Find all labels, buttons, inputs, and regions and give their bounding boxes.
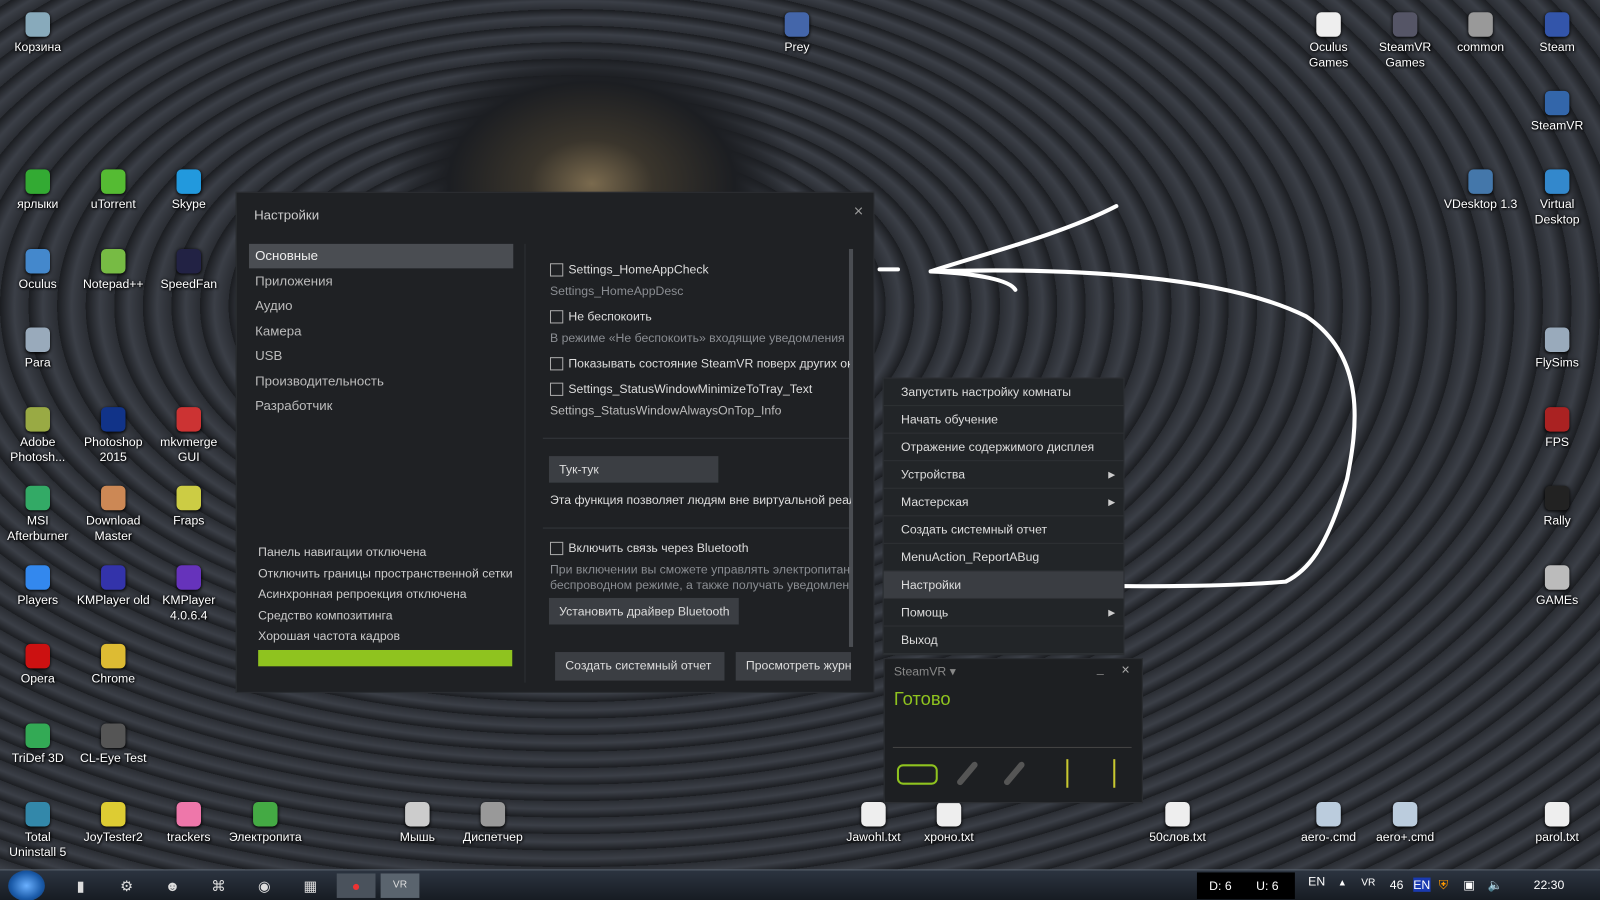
menu-item[interactable]: Начать обучение: [883, 406, 1124, 434]
steamvr-context-menu: Запустить настройку комнаты Начать обучен…: [882, 377, 1125, 656]
submenu-arrow-icon: ▶: [1108, 469, 1116, 480]
home-app-checkbox[interactable]: [549, 263, 564, 277]
always-on-top-info: Settings_StatusWindowAlwaysOnTop_Info: [549, 403, 782, 418]
home-app-desc: Settings_HomeAppDesc: [549, 283, 684, 298]
menu-item[interactable]: Отражение содержимого дисплея: [883, 434, 1124, 462]
volume-icon[interactable]: 🔈: [1488, 878, 1503, 892]
menu-item[interactable]: Выход: [883, 627, 1124, 655]
bluetooth-desc-1: При включении вы сможете управлять элект…: [549, 562, 852, 577]
menu-item-label: Помощь: [901, 605, 949, 620]
bluetooth-checkbox[interactable]: [549, 541, 564, 556]
nav-item[interactable]: Камера: [249, 319, 513, 343]
menu-item-label: MenuAction_ReportABug: [901, 549, 1040, 565]
desktop: Корзина Prey Oculus Games SteamVR Games comm…: [0, 0, 1600, 900]
menu-item[interactable]: MenuAction_ReportABug: [883, 544, 1124, 572]
status-line: Панель навигации отключена: [258, 544, 427, 560]
home-app-label: Settings_HomeAppCheck: [568, 262, 709, 277]
knock-button[interactable]: Тук-тук: [548, 456, 719, 483]
disk-value: D: 6: [1209, 878, 1232, 893]
start-button[interactable]: [8, 870, 45, 900]
menu-item[interactable]: Устройства ▶: [883, 461, 1124, 489]
antivirus-icon[interactable]: ⛨: [1439, 878, 1448, 893]
menu-item-label: Отражение содержимого дисплея: [901, 439, 1095, 455]
steamvr-menu-button[interactable]: SteamVR ▾: [894, 664, 956, 678]
divider: [542, 527, 849, 529]
install-bluetooth-driver-button[interactable]: Установить драйвер Bluetooth: [548, 597, 739, 625]
minimize-button[interactable]: _: [1097, 661, 1104, 675]
settings-window: Настройки × Основные Приложения Аудио Камер…: [235, 191, 875, 693]
taskbar-app-icon[interactable]: ▦: [291, 873, 330, 897]
upload-value: U: 6: [1256, 878, 1279, 893]
taskbar-opera-icon[interactable]: ●: [336, 873, 376, 898]
show-status-label: Показывать состояние SteamVR поверх друг…: [568, 356, 850, 371]
menu-item-label: Мастерская: [901, 494, 969, 510]
menu-item-label: Начать обучение: [901, 412, 998, 427]
close-button[interactable]: ×: [1121, 661, 1129, 677]
close-button[interactable]: ×: [854, 203, 864, 221]
language-indicator[interactable]: EN: [1308, 874, 1325, 888]
menu-item-label: Выход: [901, 632, 938, 647]
controller-icon: [955, 760, 979, 787]
headset-icon: [896, 764, 938, 785]
bluetooth-label: Включить связь через Bluetooth: [568, 540, 749, 556]
knock-desc: Эта функция позволяет людям вне виртуаль…: [549, 492, 852, 508]
status-text: Готово: [893, 688, 951, 710]
status-line: Средство композитинга: [258, 607, 393, 623]
steamvr-tray-icon[interactable]: VR: [1361, 878, 1375, 889]
dnd-checkbox[interactable]: [549, 310, 564, 324]
nav-item[interactable]: Разработчик: [249, 394, 513, 418]
status-line: Хорошая частота кадров: [258, 628, 401, 644]
nav-item[interactable]: Аудио: [249, 294, 513, 318]
taskbar-trackers-icon[interactable]: ☻: [153, 873, 192, 897]
menu-item[interactable]: Мастерская ▶: [883, 489, 1124, 517]
base-station-icon: [1113, 759, 1116, 788]
menu-item-label: Устройства: [901, 467, 966, 482]
taskbar: ▮ ⚙ ☻ ⌘ ◉ ▦ ● VR D: 6 U: 6 EN ▲ VR 46 EN…: [0, 869, 1600, 900]
status-line: Асинхронная репроекция отключена: [258, 586, 467, 602]
base-station-icon: [1066, 759, 1069, 788]
menu-item[interactable]: Создать системный отчет: [883, 516, 1124, 544]
keyboard-layout-icon[interactable]: EN: [1413, 877, 1431, 892]
window-title: Настройки: [254, 207, 320, 223]
view-log-button[interactable]: Просмотреть журн: [735, 652, 852, 681]
taskbar-explorer-icon[interactable]: ▮: [61, 873, 100, 897]
taskbar-search-icon[interactable]: ⚙: [107, 873, 146, 897]
nav-item[interactable]: Производительность: [249, 369, 513, 393]
minimize-tray-checkbox[interactable]: [549, 382, 564, 396]
nav-item[interactable]: Приложения: [249, 269, 513, 293]
performance-bar: [258, 649, 513, 667]
dnd-desc: В режиме «Не беспокоить» входящие уведом…: [549, 330, 845, 345]
create-report-button[interactable]: Создать системный отчет: [555, 652, 725, 681]
menu-item[interactable]: Настройки: [883, 571, 1124, 599]
taskbar-steamvr-icon[interactable]: VR: [380, 873, 420, 898]
submenu-arrow-icon: ▶: [1108, 607, 1116, 618]
show-hidden-icons-button[interactable]: ▲: [1338, 878, 1347, 888]
network-icon[interactable]: ▣: [1463, 878, 1475, 892]
divider: [892, 746, 1132, 748]
steamvr-status-window: SteamVR ▾ _ × Готово: [883, 658, 1143, 804]
menu-item-label: Создать системный отчет: [901, 522, 1048, 537]
status-line: Отключить границы пространственной сетки: [258, 565, 513, 581]
divider: [524, 243, 526, 683]
clock[interactable]: 22:30: [1534, 878, 1565, 892]
menu-item[interactable]: Помощь ▶: [883, 599, 1124, 627]
submenu-arrow-icon: ▶: [1108, 496, 1116, 508]
nav-item[interactable]: USB: [249, 344, 513, 368]
taskbar-gamepad-icon[interactable]: ⌘: [199, 873, 238, 897]
nav-item[interactable]: Основные: [248, 243, 514, 269]
controller-icon: [1002, 760, 1026, 787]
bluetooth-desc-2: беспроводном режиме, а также получать ув…: [549, 577, 850, 592]
minimize-tray-label: Settings_StatusWindowMinimizeToTray_Text: [568, 381, 813, 396]
menu-item-label: Запустить настройку комнаты: [901, 384, 1072, 399]
taskbar-oculus-icon[interactable]: ◉: [245, 873, 284, 897]
network-meter: D: 6 U: 6: [1196, 872, 1295, 899]
performance-bar-fill: [258, 649, 513, 667]
show-status-checkbox[interactable]: [549, 357, 564, 371]
dnd-label: Не беспокоить: [568, 309, 652, 324]
tray-number: 46: [1389, 877, 1404, 892]
menu-item-label: Настройки: [901, 577, 962, 592]
divider: [542, 437, 849, 439]
menu-item[interactable]: Запустить настройку комнаты: [883, 379, 1124, 407]
